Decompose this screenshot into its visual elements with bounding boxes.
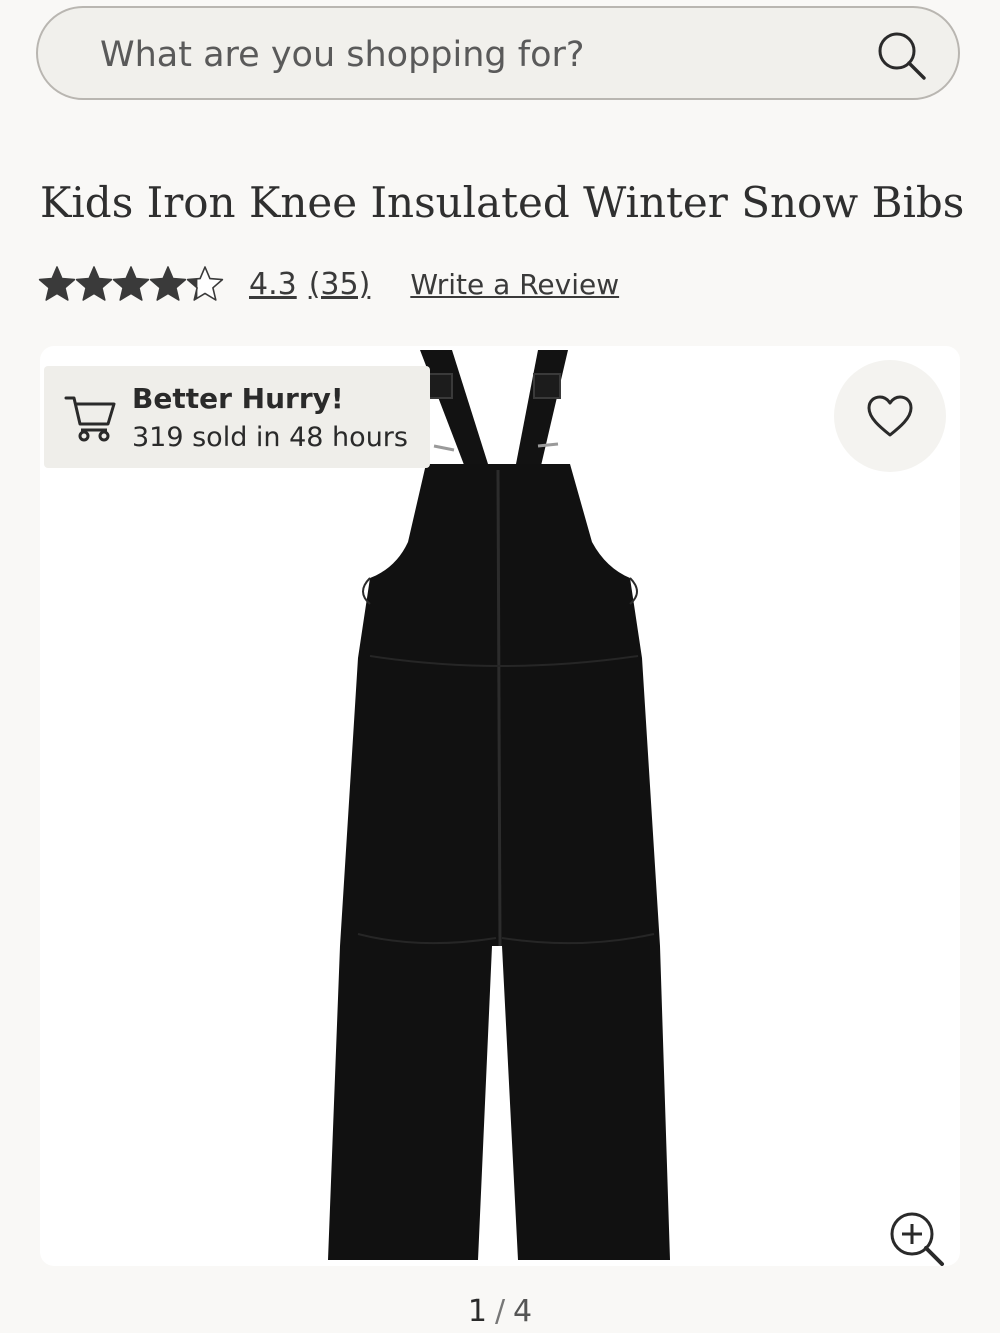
- rating-value-link[interactable]: 4.3: [249, 267, 297, 302]
- pager-separator: /: [494, 1294, 506, 1329]
- better-hurry-badge: Better Hurry! 319 sold in 48 hours: [44, 366, 430, 468]
- write-review-link[interactable]: Write a Review: [410, 268, 619, 301]
- review-count-link[interactable]: (35): [309, 267, 371, 302]
- search-bar[interactable]: [36, 6, 960, 100]
- star-icon: [112, 266, 150, 301]
- search-icon[interactable]: [874, 28, 930, 84]
- zoom-in-icon[interactable]: [886, 1208, 948, 1266]
- badge-title: Better Hurry!: [132, 382, 344, 415]
- search-input[interactable]: [100, 28, 840, 82]
- pager-current: 1: [467, 1294, 487, 1329]
- pager-total: 4: [513, 1294, 533, 1329]
- product-image: [328, 350, 670, 1260]
- product-page: Kids Iron Knee Insulated Winter Snow Bib…: [0, 0, 1000, 1333]
- star-rating: [38, 265, 224, 303]
- gallery-pager: 1/4: [0, 1294, 1000, 1329]
- star-icon: [38, 266, 76, 301]
- product-title: Kids Iron Knee Insulated Winter Snow Bib…: [40, 178, 965, 227]
- heart-icon: [867, 395, 913, 437]
- badge-subtitle: 319 sold in 48 hours: [132, 422, 408, 453]
- favorite-button[interactable]: [834, 360, 946, 472]
- rating-row: 4.3 (35) Write a Review: [38, 260, 619, 308]
- product-image-gallery[interactable]: Better Hurry! 319 sold in 48 hours: [40, 346, 960, 1266]
- cart-icon: [64, 396, 116, 442]
- star-icon: [186, 266, 224, 301]
- star-icon: [75, 266, 113, 301]
- star-icon: [149, 266, 187, 301]
